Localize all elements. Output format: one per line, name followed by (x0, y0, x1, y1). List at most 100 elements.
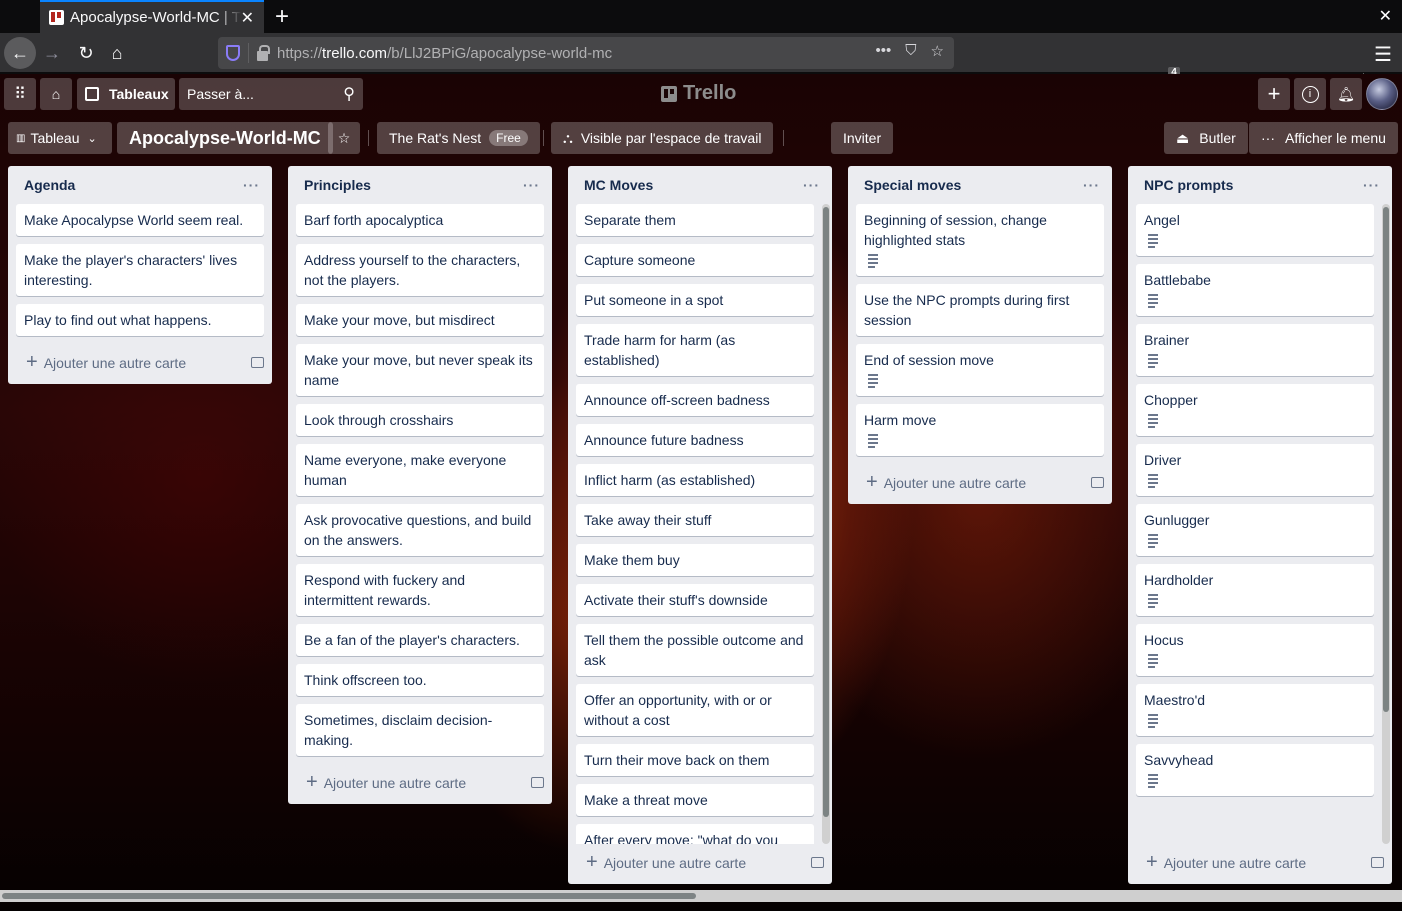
card-template-icon[interactable] (1091, 476, 1104, 488)
new-tab-button[interactable]: + (270, 3, 294, 31)
card[interactable]: End of session move (856, 344, 1104, 396)
card[interactable]: Be a fan of the player's characters. (296, 624, 544, 656)
list-scrollbar-thumb[interactable] (823, 207, 829, 817)
card[interactable]: Activate their stuff's downside (576, 584, 814, 616)
card[interactable]: Tell them the possible outcome and ask (576, 624, 814, 676)
card[interactable]: Beginning of session, change highlighted… (856, 204, 1104, 276)
list-actions-icon[interactable]: ··· (243, 177, 260, 193)
list-scrollbar-thumb[interactable] (1383, 207, 1389, 712)
boards-button[interactable]: Tableaux (77, 78, 175, 110)
card[interactable]: Announce future badness (576, 424, 814, 456)
create-button[interactable]: + (1258, 78, 1290, 110)
card[interactable]: Driver (1136, 444, 1374, 496)
card[interactable]: Gunlugger (1136, 504, 1374, 556)
card[interactable]: Angel (1136, 204, 1374, 256)
list-scrollbar[interactable] (822, 204, 830, 844)
card-template-icon[interactable] (531, 776, 544, 788)
list-scrollbar[interactable] (1382, 204, 1390, 844)
forward-button[interactable]: → (36, 37, 68, 69)
card[interactable]: Respond with fuckery and intermittent re… (296, 564, 544, 616)
list-title[interactable]: MC Moves (584, 177, 653, 193)
card[interactable]: Announce off-screen badness (576, 384, 814, 416)
list-actions-icon[interactable]: ··· (1363, 177, 1380, 193)
card[interactable]: Make your move, but never speak its name (296, 344, 544, 396)
card[interactable]: Think offscreen too. (296, 664, 544, 696)
card[interactable]: Make them buy (576, 544, 814, 576)
card[interactable]: Turn their move back on them (576, 744, 814, 776)
lock-icon[interactable] (257, 44, 270, 61)
card[interactable]: Brainer (1136, 324, 1374, 376)
bookmark-star-icon[interactable]: ☆ (931, 42, 944, 60)
card-template-icon[interactable] (251, 356, 264, 368)
notifications-button[interactable]: 🔔︎ (1330, 78, 1362, 110)
card[interactable]: Make Apocalypse World seem real. (16, 204, 264, 236)
list-actions-icon[interactable]: ··· (523, 177, 540, 193)
url-bar[interactable]: https://trello.com/b/LlJ2BPiG/apocalypse… (218, 37, 954, 69)
card[interactable]: Capture someone (576, 244, 814, 276)
card[interactable]: After every move: "what do you do?" (576, 824, 814, 844)
card[interactable]: Address yourself to the characters, not … (296, 244, 544, 296)
card[interactable]: Hocus (1136, 624, 1374, 676)
window-close-button[interactable]: ✕ (1379, 6, 1392, 26)
card[interactable]: Sometimes, disclaim decision-making. (296, 704, 544, 756)
card[interactable]: Harm move (856, 404, 1104, 456)
card[interactable]: Name everyone, make everyone human (296, 444, 544, 496)
board-name[interactable]: Apocalypse-World-MC (117, 122, 333, 154)
list-title[interactable]: Special moves (864, 177, 961, 193)
card[interactable]: Make a threat move (576, 784, 814, 816)
star-board-button[interactable]: ☆ (328, 122, 360, 154)
card[interactable]: Make your move, but misdirect (296, 304, 544, 336)
card[interactable]: Play to find out what happens. (16, 304, 264, 336)
card[interactable]: Barf forth apocalyptica (296, 204, 544, 236)
card[interactable]: Take away their stuff (576, 504, 814, 536)
card[interactable]: Inflict harm (as established) (576, 464, 814, 496)
add-card-button[interactable]: + Ajouter une autre carte (288, 764, 552, 800)
show-menu-button[interactable]: ··· Afficher le menu (1249, 122, 1398, 154)
visibility-button[interactable]: ⛬ Visible par l'espace de travail (551, 122, 774, 154)
list-title[interactable]: Principles (304, 177, 371, 193)
add-card-button[interactable]: + Ajouter une autre carte (568, 844, 832, 880)
list-header[interactable]: Special moves ··· (848, 166, 1112, 204)
add-card-button[interactable]: + Ajouter une autre carte (1128, 844, 1392, 880)
apps-grid-button[interactable]: ⠿ (4, 78, 36, 110)
card[interactable]: Maestro'd (1136, 684, 1374, 736)
user-avatar[interactable] (1366, 78, 1398, 110)
card[interactable]: Savvyhead (1136, 744, 1374, 796)
card-template-icon[interactable] (1371, 856, 1384, 868)
workspace-button[interactable]: The Rat's Nest Free (377, 122, 540, 154)
butler-button[interactable]: ⏏ Butler (1164, 122, 1248, 154)
browser-tab-active[interactable]: Apocalypse-World-MC | Trello ✕ (40, 0, 264, 33)
add-card-button[interactable]: + Ajouter une autre carte (8, 344, 272, 380)
home-nav-button[interactable]: ⌂ (40, 78, 72, 110)
card[interactable]: Make the player's characters' lives inte… (16, 244, 264, 296)
card-template-icon[interactable] (811, 856, 824, 868)
list-header[interactable]: NPC prompts ··· (1128, 166, 1392, 204)
list-actions-icon[interactable]: ··· (1083, 177, 1100, 193)
tracking-protection-icon[interactable] (226, 45, 240, 61)
card[interactable]: Hardholder (1136, 564, 1374, 616)
card[interactable]: Put someone in a spot (576, 284, 814, 316)
list-title[interactable]: Agenda (24, 177, 75, 193)
horizontal-scrollbar[interactable] (0, 890, 1402, 902)
list-header[interactable]: MC Moves ··· (568, 166, 832, 204)
info-button[interactable]: i (1294, 78, 1326, 110)
add-card-button[interactable]: + Ajouter une autre carte (848, 464, 1112, 500)
list-header[interactable]: Agenda ··· (8, 166, 272, 204)
card[interactable]: Use the NPC prompts during first session (856, 284, 1104, 336)
card[interactable]: Chopper (1136, 384, 1374, 436)
card[interactable]: Offer an opportunity, with or or without… (576, 684, 814, 736)
card[interactable]: Trade harm for harm (as established) (576, 324, 814, 376)
hamburger-menu-icon[interactable]: ☰ (1374, 42, 1392, 67)
list-title[interactable]: NPC prompts (1144, 177, 1233, 193)
invite-button[interactable]: Inviter (831, 122, 894, 154)
close-tab-icon[interactable]: ✕ (241, 8, 254, 28)
list-actions-icon[interactable]: ··· (803, 177, 820, 193)
reload-button[interactable]: ↻ (70, 37, 102, 69)
horizontal-scrollbar-thumb[interactable] (2, 893, 696, 899)
card[interactable]: Look through crosshairs (296, 404, 544, 436)
card[interactable]: Separate them (576, 204, 814, 236)
back-button[interactable]: ← (4, 37, 36, 69)
pocket-icon[interactable]: ⛉ (905, 42, 916, 60)
card[interactable]: Ask provocative questions, and build on … (296, 504, 544, 556)
card[interactable]: Battlebabe (1136, 264, 1374, 316)
